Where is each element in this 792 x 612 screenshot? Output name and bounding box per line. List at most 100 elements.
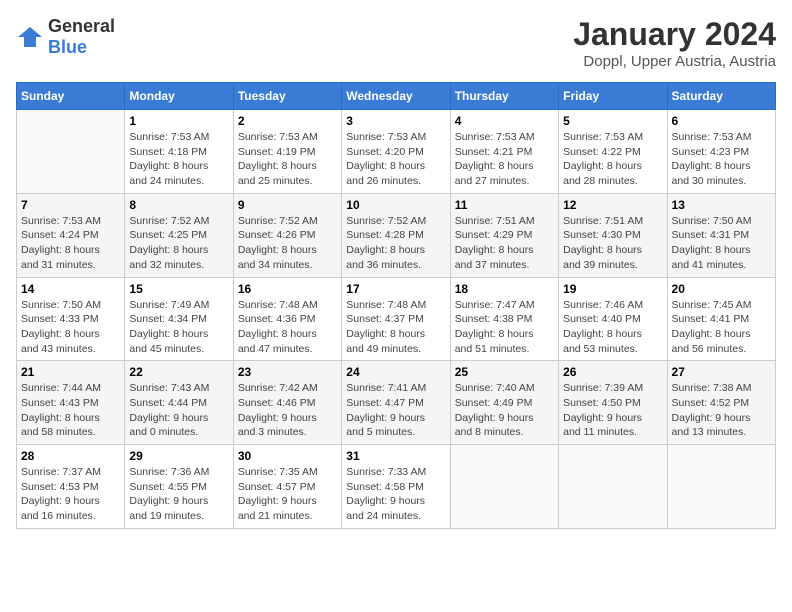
day-number: 14 — [21, 282, 120, 296]
day-number: 31 — [346, 449, 445, 463]
day-number: 5 — [563, 114, 662, 128]
calendar-cell — [667, 445, 775, 529]
calendar-cell: 19Sunrise: 7:46 AM Sunset: 4:40 PM Dayli… — [559, 277, 667, 361]
weekday-header-tuesday: Tuesday — [233, 83, 341, 110]
day-number: 16 — [238, 282, 337, 296]
title-block: January 2024 Doppl, Upper Austria, Austr… — [573, 16, 776, 70]
calendar-cell: 29 Sunrise: 7:36 AM Sunset: 4:55 PM Dayli… — [125, 445, 233, 529]
day-number: 4 — [455, 114, 554, 128]
day-number: 3 — [346, 114, 445, 128]
day-info: Sunrise: 7:53 AM Sunset: 4:21 PM Dayligh… — [455, 130, 554, 189]
calendar-cell: 18 Sunrise: 7:47 AM Sunset: 4:38 PM Dayli… — [450, 277, 558, 361]
calendar-cell: 24 Sunrise: 7:41 AM Sunset: 4:47 PM Dayli… — [342, 361, 450, 445]
day-number: 10 — [346, 198, 445, 212]
calendar-cell: 25 Sunrise: 7:40 AM Sunset: 4:49 PM Dayli… — [450, 361, 558, 445]
day-info: Sunrise: 7:45 AM Sunset: 4:41 PM Dayligh… — [672, 298, 771, 357]
calendar-cell: 22Sunrise: 7:43 AM Sunset: 4:44 PM Dayli… — [125, 361, 233, 445]
day-info: Sunrise: 7:50 AM Sunset: 4:31 PM Dayligh… — [672, 214, 771, 273]
day-info: Sunrise: 7:51 AM Sunset: 4:30 PM Dayligh… — [563, 214, 662, 273]
calendar-cell: 16 Sunrise: 7:48 AM Sunset: 4:36 PM Dayli… — [233, 277, 341, 361]
day-number: 6 — [672, 114, 771, 128]
calendar-cell: 4 Sunrise: 7:53 AM Sunset: 4:21 PM Daylig… — [450, 110, 558, 194]
day-number: 21 — [21, 365, 120, 379]
day-info: Sunrise: 7:48 AM Sunset: 4:36 PM Dayligh… — [238, 298, 337, 357]
calendar-week-row: 7Sunrise: 7:53 AM Sunset: 4:24 PM Daylig… — [17, 193, 776, 277]
day-info: Sunrise: 7:37 AM Sunset: 4:53 PM Dayligh… — [21, 465, 120, 524]
logo: General Blue — [16, 16, 115, 58]
logo-text-general: General — [48, 16, 115, 36]
day-info: Sunrise: 7:35 AM Sunset: 4:57 PM Dayligh… — [238, 465, 337, 524]
calendar-cell: 6Sunrise: 7:53 AM Sunset: 4:23 PM Daylig… — [667, 110, 775, 194]
calendar-cell: 7Sunrise: 7:53 AM Sunset: 4:24 PM Daylig… — [17, 193, 125, 277]
calendar-cell: 11 Sunrise: 7:51 AM Sunset: 4:29 PM Dayli… — [450, 193, 558, 277]
day-info: Sunrise: 7:53 AM Sunset: 4:22 PM Dayligh… — [563, 130, 662, 189]
day-info: Sunrise: 7:49 AM Sunset: 4:34 PM Dayligh… — [129, 298, 228, 357]
calendar-cell: 5 Sunrise: 7:53 AM Sunset: 4:22 PM Daylig… — [559, 110, 667, 194]
weekday-header-wednesday: Wednesday — [342, 83, 450, 110]
day-number: 24 — [346, 365, 445, 379]
calendar-cell: 31Sunrise: 7:33 AM Sunset: 4:58 PM Dayli… — [342, 445, 450, 529]
day-number: 13 — [672, 198, 771, 212]
day-number: 20 — [672, 282, 771, 296]
day-info: Sunrise: 7:50 AM Sunset: 4:33 PM Dayligh… — [21, 298, 120, 357]
day-info: Sunrise: 7:43 AM Sunset: 4:44 PM Dayligh… — [129, 381, 228, 440]
calendar-cell: 20 Sunrise: 7:45 AM Sunset: 4:41 PM Dayli… — [667, 277, 775, 361]
day-info: Sunrise: 7:52 AM Sunset: 4:26 PM Dayligh… — [238, 214, 337, 273]
calendar-cell: 13 Sunrise: 7:50 AM Sunset: 4:31 PM Dayli… — [667, 193, 775, 277]
day-number: 23 — [238, 365, 337, 379]
calendar-cell: 30 Sunrise: 7:35 AM Sunset: 4:57 PM Dayli… — [233, 445, 341, 529]
day-info: Sunrise: 7:44 AM Sunset: 4:43 PM Dayligh… — [21, 381, 120, 440]
weekday-header-thursday: Thursday — [450, 83, 558, 110]
day-info: Sunrise: 7:53 AM Sunset: 4:24 PM Dayligh… — [21, 214, 120, 273]
calendar-cell: 12 Sunrise: 7:51 AM Sunset: 4:30 PM Dayli… — [559, 193, 667, 277]
day-number: 11 — [455, 198, 554, 212]
day-info: Sunrise: 7:46 AM Sunset: 4:40 PM Dayligh… — [563, 298, 662, 357]
day-info: Sunrise: 7:38 AM Sunset: 4:52 PM Dayligh… — [672, 381, 771, 440]
calendar-week-row: 28Sunrise: 7:37 AM Sunset: 4:53 PM Dayli… — [17, 445, 776, 529]
day-number: 8 — [129, 198, 228, 212]
day-number: 15 — [129, 282, 228, 296]
day-info: Sunrise: 7:52 AM Sunset: 4:28 PM Dayligh… — [346, 214, 445, 273]
calendar-cell: 9 Sunrise: 7:52 AM Sunset: 4:26 PM Daylig… — [233, 193, 341, 277]
calendar-cell: 3 Sunrise: 7:53 AM Sunset: 4:20 PM Daylig… — [342, 110, 450, 194]
day-number: 9 — [238, 198, 337, 212]
day-number: 1 — [129, 114, 228, 128]
day-number: 27 — [672, 365, 771, 379]
day-number: 12 — [563, 198, 662, 212]
logo-icon — [16, 23, 44, 51]
page-header: General Blue January 2024 Doppl, Upper A… — [16, 16, 776, 70]
calendar-cell — [450, 445, 558, 529]
day-info: Sunrise: 7:42 AM Sunset: 4:46 PM Dayligh… — [238, 381, 337, 440]
weekday-header-friday: Friday — [559, 83, 667, 110]
day-info: Sunrise: 7:53 AM Sunset: 4:20 PM Dayligh… — [346, 130, 445, 189]
calendar-week-row: 1Sunrise: 7:53 AM Sunset: 4:18 PM Daylig… — [17, 110, 776, 194]
month-title: January 2024 — [573, 16, 776, 53]
day-number: 18 — [455, 282, 554, 296]
day-info: Sunrise: 7:53 AM Sunset: 4:19 PM Dayligh… — [238, 130, 337, 189]
day-number: 30 — [238, 449, 337, 463]
calendar-cell — [17, 110, 125, 194]
day-info: Sunrise: 7:40 AM Sunset: 4:49 PM Dayligh… — [455, 381, 554, 440]
day-info: Sunrise: 7:41 AM Sunset: 4:47 PM Dayligh… — [346, 381, 445, 440]
weekday-header-monday: Monday — [125, 83, 233, 110]
weekday-header-sunday: Sunday — [17, 83, 125, 110]
calendar-cell: 21 Sunrise: 7:44 AM Sunset: 4:43 PM Dayli… — [17, 361, 125, 445]
calendar-cell — [559, 445, 667, 529]
logo-text-blue: Blue — [48, 37, 87, 57]
calendar-cell: 8Sunrise: 7:52 AM Sunset: 4:25 PM Daylig… — [125, 193, 233, 277]
calendar-cell: 10 Sunrise: 7:52 AM Sunset: 4:28 PM Dayli… — [342, 193, 450, 277]
day-number: 17 — [346, 282, 445, 296]
day-number: 26 — [563, 365, 662, 379]
calendar-cell: 2 Sunrise: 7:53 AM Sunset: 4:19 PM Daylig… — [233, 110, 341, 194]
calendar-cell: 1Sunrise: 7:53 AM Sunset: 4:18 PM Daylig… — [125, 110, 233, 194]
day-number: 25 — [455, 365, 554, 379]
day-number: 2 — [238, 114, 337, 128]
calendar-week-row: 14 Sunrise: 7:50 AM Sunset: 4:33 PM Dayli… — [17, 277, 776, 361]
day-info: Sunrise: 7:51 AM Sunset: 4:29 PM Dayligh… — [455, 214, 554, 273]
day-info: Sunrise: 7:39 AM Sunset: 4:50 PM Dayligh… — [563, 381, 662, 440]
day-info: Sunrise: 7:47 AM Sunset: 4:38 PM Dayligh… — [455, 298, 554, 357]
calendar-cell: 14 Sunrise: 7:50 AM Sunset: 4:33 PM Dayli… — [17, 277, 125, 361]
calendar-cell: 26 Sunrise: 7:39 AM Sunset: 4:50 PM Dayli… — [559, 361, 667, 445]
day-info: Sunrise: 7:36 AM Sunset: 4:55 PM Dayligh… — [129, 465, 228, 524]
day-number: 29 — [129, 449, 228, 463]
